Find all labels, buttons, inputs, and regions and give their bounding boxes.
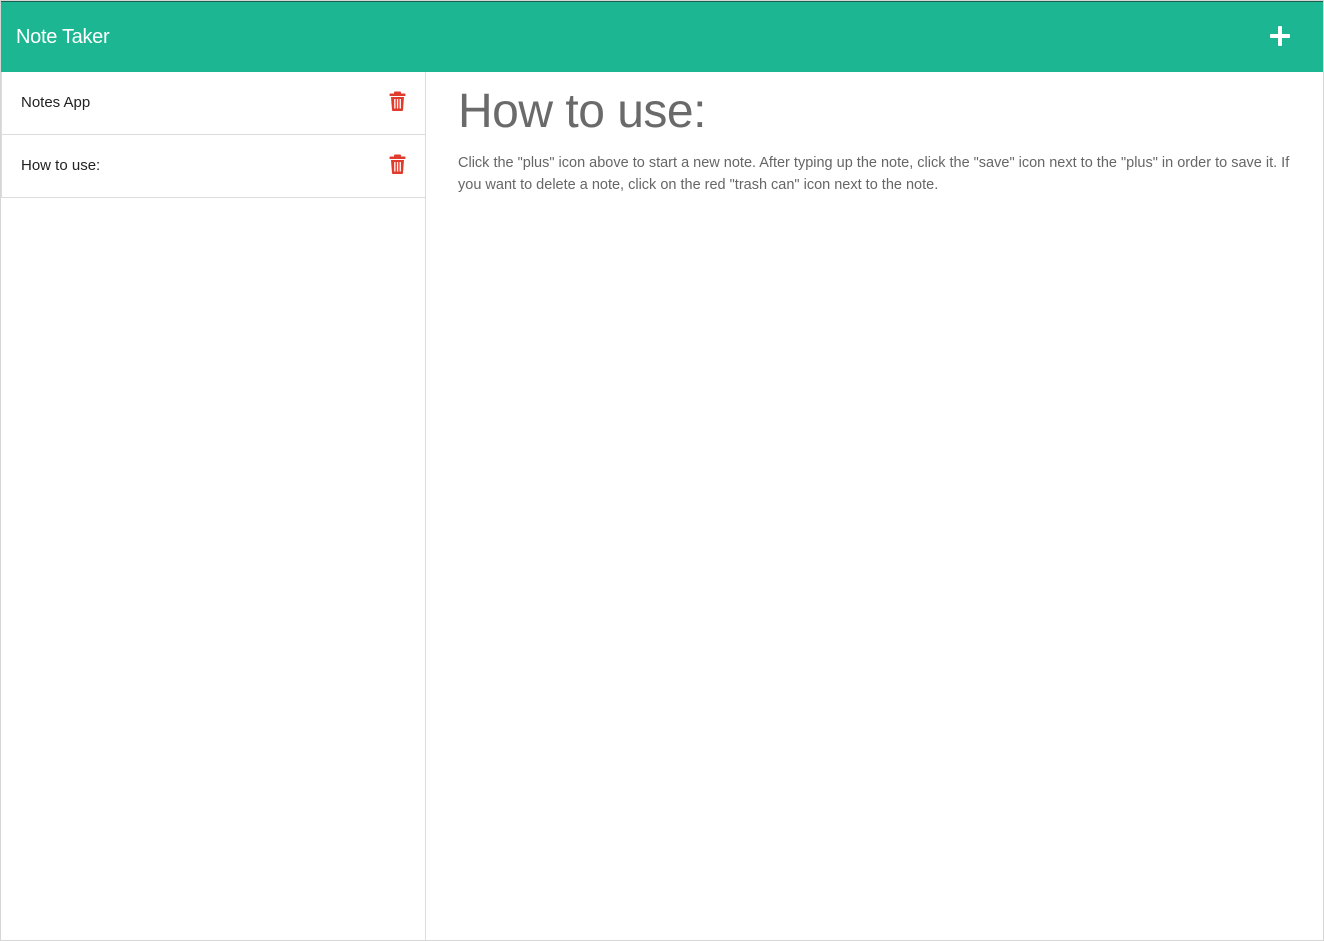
trash-icon[interactable] — [389, 91, 406, 111]
note-list: Notes App How to use: — [1, 72, 425, 198]
list-item-notes-app[interactable]: Notes App — [1, 72, 425, 135]
note-editor: How to use: Click the "plus" icon above … — [426, 72, 1323, 940]
trash-icon[interactable] — [389, 154, 406, 174]
plus-icon — [1263, 19, 1297, 53]
notes-sidebar: Notes App How to use: — [1, 72, 426, 940]
app-title[interactable]: Note Taker — [16, 23, 110, 51]
note-title: Notes App — [21, 94, 91, 111]
list-item-how-to-use[interactable]: How to use: — [1, 135, 425, 198]
navbar: Note Taker — [1, 1, 1323, 72]
new-note-button[interactable] — [1263, 19, 1297, 53]
note-title: How to use: — [21, 157, 101, 174]
note-text-area[interactable]: Click the "plus" icon above to start a n… — [458, 152, 1306, 196]
note-title-field[interactable]: How to use: — [458, 82, 1298, 142]
app-window: Note Taker Notes App How to use: How to … — [0, 0, 1324, 941]
